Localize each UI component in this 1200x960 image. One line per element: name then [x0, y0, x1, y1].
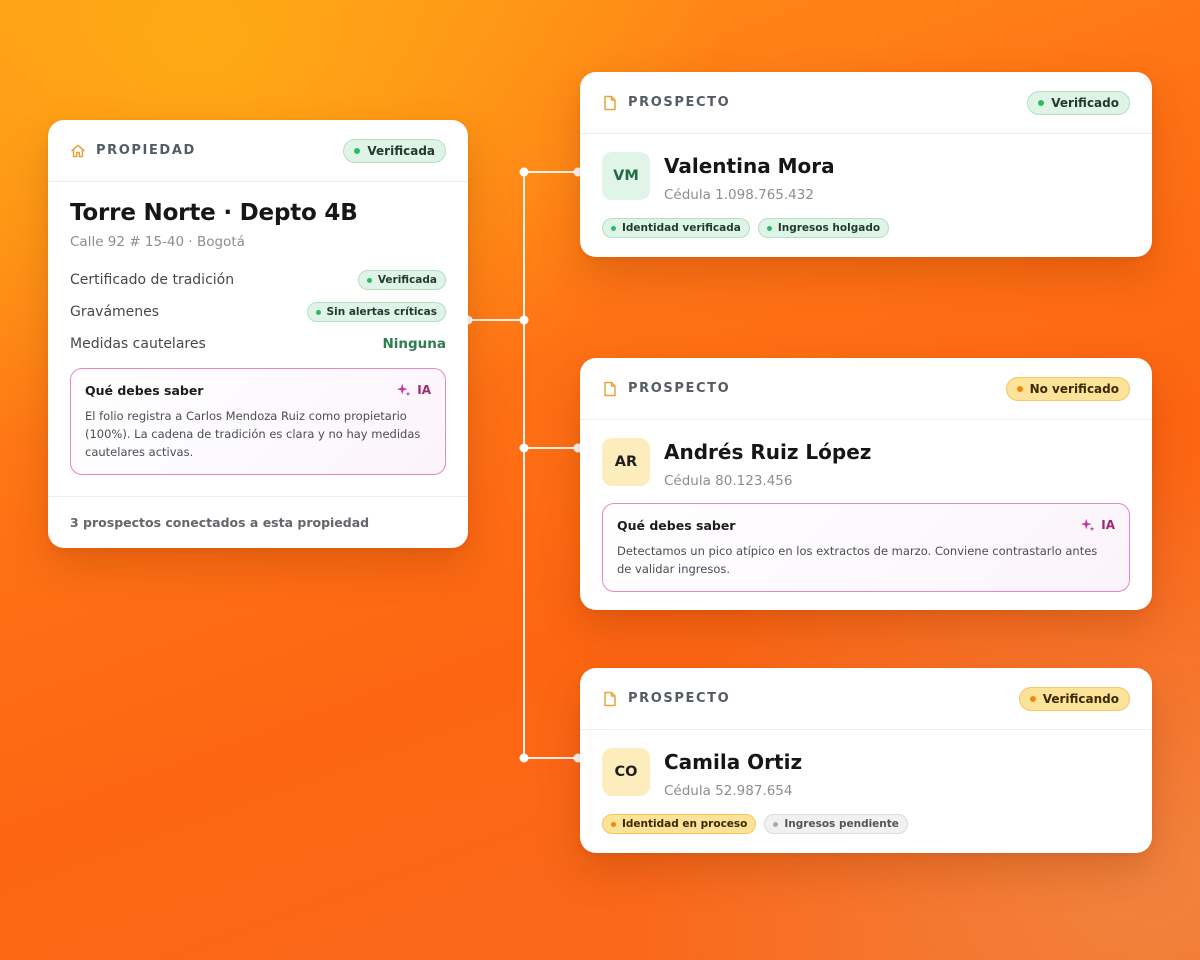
tag-income: Ingresos pendiente [764, 814, 908, 834]
prospect-card-header: PROSPECTO Verificado [580, 72, 1152, 134]
sparkle-icon [396, 382, 412, 398]
home-icon [70, 143, 86, 159]
tag-identity: Identidad verificada [602, 218, 750, 238]
prospect-id: Cédula 80.123.456 [664, 473, 793, 489]
prospect-id: Cédula 1.098.765.432 [664, 187, 814, 203]
sparkle-icon [1080, 517, 1096, 533]
ai-tag: IA [396, 382, 431, 398]
status-badge: Verificado [1027, 90, 1130, 115]
prospect-card[interactable]: PROSPECTO Verificando CO Camila Ortiz Cé… [580, 668, 1152, 853]
ai-tag: IA [1080, 517, 1115, 533]
ai-insight-text: Detectamos un pico atípico en los extrac… [617, 544, 1098, 576]
property-row-gravamenes: Gravámenes Sin alertas críticas [70, 296, 446, 328]
prospect-name: Camila Ortiz [664, 750, 803, 774]
prospect-card[interactable]: PROSPECTO No verificado AR Andrés Ruiz L… [580, 358, 1152, 610]
prospect-card[interactable]: PROSPECTO Verificado VM Valentina Mora C… [580, 72, 1152, 257]
property-address: Calle 92 # 15-40 · Bogotá [70, 234, 245, 250]
ai-insight-title: Qué debes saber [617, 517, 736, 533]
document-icon [602, 95, 618, 111]
property-footer: 3 prospectos conectados a esta propiedad [48, 496, 468, 548]
tag-identity: Identidad en proceso [602, 814, 757, 834]
tag-income: Ingresos holgado [757, 218, 890, 238]
ai-insight-text: El folio registra a Carlos Mendoza Ruiz … [85, 409, 421, 459]
ai-insight-title: Qué debes saber [85, 382, 204, 398]
prospect-name: Valentina Mora [664, 154, 835, 178]
property-card[interactable]: PROPIEDAD Verificada Torre Norte · Depto… [48, 120, 468, 548]
status-badge: Sin alertas críticas [306, 302, 446, 322]
prospect-card-header: PROSPECTO No verificado [580, 358, 1152, 420]
status-badge: No verificado [1005, 376, 1130, 401]
avatar: CO [602, 748, 650, 796]
connector-node [519, 315, 529, 325]
status-badge: Verificando [1018, 686, 1130, 711]
connector-node [519, 167, 529, 177]
document-icon [602, 691, 618, 707]
property-title: Torre Norte · Depto 4B [70, 200, 358, 226]
ai-insight-box: Qué debes saber IA Detectamos un pico at… [602, 503, 1130, 592]
connector-node [519, 753, 529, 763]
avatar: AR [602, 438, 650, 486]
prospect-card-header: PROSPECTO Verificando [580, 668, 1152, 730]
connector-node [519, 443, 529, 453]
ai-insight-box: Qué debes saber IA El folio registra a C… [70, 368, 446, 475]
medidas-value: Ninguna [382, 336, 446, 352]
prospect-name: Andrés Ruiz López [664, 440, 872, 464]
document-icon [602, 381, 618, 397]
property-row-certificado: Certificado de tradición Verificada [70, 264, 446, 296]
avatar: VM [602, 152, 650, 200]
property-header-title: PROPIEDAD [96, 143, 196, 158]
property-card-header: PROPIEDAD Verificada [48, 120, 468, 182]
prospect-id: Cédula 52.987.654 [664, 783, 793, 799]
property-row-medidas: Medidas cautelares Ninguna [70, 336, 446, 352]
status-badge: Verificada [357, 270, 446, 290]
status-badge: Verificada [343, 138, 446, 163]
